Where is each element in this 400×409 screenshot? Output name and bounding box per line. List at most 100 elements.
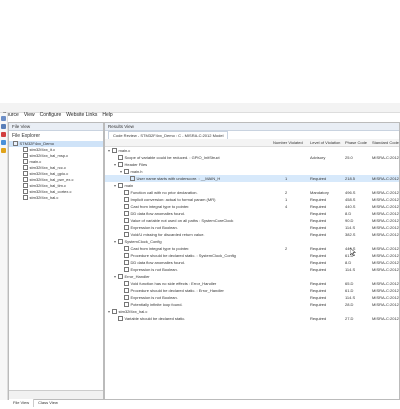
menu-item-website-links[interactable]: Website Links: [66, 112, 97, 118]
group-row[interactable]: ▾ main.c: [105, 147, 399, 154]
violation-icon: [124, 260, 129, 266]
violation-row[interactable]: Void function has no side effects : Erro…: [105, 280, 399, 287]
violation-row[interactable]: Expression is not Boolean. Required 114.S M…: [105, 266, 399, 273]
row-phase-code: 114.S: [345, 225, 356, 230]
row-number-violated: 1: [285, 197, 288, 202]
row-level: Required: [310, 260, 327, 265]
menu-item-view[interactable]: View: [24, 112, 35, 118]
violation-row[interactable]: Procedure should be declared static. : E…: [105, 287, 399, 294]
violation-row[interactable]: Expression is not Boolean. Required 114.S M…: [105, 294, 399, 301]
row-text: Variable should be declared static.: [124, 316, 186, 321]
col-number-violated[interactable]: Number Violated: [273, 139, 303, 146]
row-standard-code: MISRA-C:2012: [372, 218, 399, 223]
group-row[interactable]: ▾ Header Files: [105, 161, 399, 168]
tree-file-item[interactable]: stm32f4xx_hal.c: [9, 195, 103, 201]
info-icon[interactable]: [1, 140, 6, 145]
row-text: Procedure should be declared static. : E…: [130, 288, 224, 293]
group-row[interactable]: ▾ stm32f4xx_hal.c: [105, 308, 399, 315]
c-file-icon: [23, 177, 28, 183]
file-view-tab[interactable]: File View: [9, 123, 103, 131]
c-file-icon: [23, 195, 28, 201]
col-level-of-violation[interactable]: Level of Violation: [310, 139, 340, 146]
row-text: Potentially infinite loop found.: [130, 302, 183, 307]
tree-item-label: main.c: [29, 159, 42, 164]
group-row[interactable]: ▾ main: [105, 182, 399, 189]
violation-icon: [124, 232, 129, 238]
row-text: Cast from integral type to pointer.: [130, 204, 190, 209]
row-phase-code: 28.D: [345, 302, 354, 307]
warning-icon[interactable]: [1, 148, 6, 153]
row-level: Required: [310, 267, 327, 272]
violation-icon: [124, 302, 129, 308]
row-description: Expression is not Boolean.: [120, 294, 178, 301]
row-phase-code: 496.S: [345, 190, 356, 195]
row-phase-code: 114.S: [345, 267, 356, 272]
tree-item-label: stm32f4xx_hal_cortex.c: [29, 189, 72, 194]
group-row[interactable]: ▾ main.h: [105, 168, 399, 175]
col-phase-code[interactable]: Phase Code: [345, 139, 367, 146]
file-tree: STM32F4xx_Demo stm32f4xx_it.c stm32f4xx_ha…: [9, 141, 103, 201]
row-text: Function call with no prior declaration.: [130, 190, 198, 195]
folder-icon: [124, 169, 129, 175]
c-file-icon: [23, 147, 28, 153]
violation-row[interactable]: User name starts with underscore. : __MA…: [105, 175, 399, 182]
row-text: Value of variable not used on all paths …: [130, 218, 234, 223]
row-standard-code: MISRA-C:2012: [372, 302, 399, 307]
violation-icon: [124, 253, 129, 259]
violation-row[interactable]: DD data flow anomalies found. Required 8.D…: [105, 210, 399, 217]
row-description: Value of variable not used on all paths …: [120, 217, 233, 224]
row-text: User name starts with underscore. : __MA…: [136, 176, 221, 181]
row-text: Expression is not Boolean.: [130, 225, 178, 230]
row-text: stm32f4xx_hal.c: [118, 309, 148, 314]
bottom-tab-class-view[interactable]: Class View: [34, 399, 62, 407]
row-description: Procedure should be declared static. : E…: [120, 287, 224, 294]
menu-item-configure[interactable]: Configure: [40, 112, 62, 118]
violation-row[interactable]: Function call with no prior declaration.…: [105, 189, 399, 196]
violation-row[interactable]: Implicit conversion: actual to formal pa…: [105, 196, 399, 203]
results-column-headers: Number Violated Level of Violation Phase…: [105, 139, 399, 147]
violation-row[interactable]: Value of variable not used on all paths …: [105, 217, 399, 224]
violation-icon: [124, 204, 129, 210]
menu-item-help[interactable]: Help: [102, 112, 112, 118]
row-level: Required: [310, 295, 327, 300]
row-standard-code: MISRA-C:2012: [372, 246, 399, 251]
red-icon[interactable]: [1, 132, 6, 137]
row-level: Required: [310, 246, 327, 251]
row-level: Required: [310, 281, 327, 286]
row-text: Void function has no side effects : Erro…: [130, 281, 217, 286]
file-icon[interactable]: [1, 116, 6, 121]
tree-item-label: STM32F4xx_Demo: [19, 141, 54, 146]
row-description: DD data flow anomalies found.: [120, 259, 185, 266]
violation-row[interactable]: DD data flow anomalies found. Required 8.D…: [105, 259, 399, 266]
row-standard-code: MISRA-C:2012: [372, 176, 399, 181]
row-standard-code: MISRA-C:2012: [372, 260, 399, 265]
row-description: ▾ SystemClock_Config: [114, 238, 162, 245]
group-row[interactable]: ▾ SystemClock_Config: [105, 238, 399, 245]
row-standard-code: MISRA-C:2012: [372, 232, 399, 237]
row-description: Expression is not Boolean.: [120, 266, 178, 273]
row-description: Procedure should be declared static. : S…: [120, 252, 236, 259]
group-row[interactable]: ▾ Error_Handler: [105, 273, 399, 280]
violation-row[interactable]: Variable should be declared static. Requi…: [105, 315, 399, 322]
violation-row[interactable]: Expression is not Boolean. Required 114.S M…: [105, 224, 399, 231]
row-phase-code: 218.5: [345, 176, 356, 181]
violation-row[interactable]: Void/U missing for discarded return valu…: [105, 231, 399, 238]
row-level: Required: [310, 225, 327, 230]
code-review-tab[interactable]: Code Review - STM32F4xx_Demo : C - MISRA…: [108, 131, 229, 139]
row-description: ▾ main: [114, 182, 133, 189]
violation-icon: [124, 295, 129, 301]
results-view-panel: Results View Code Review - STM32F4xx_Dem…: [104, 122, 400, 400]
bottom-tab-file-view[interactable]: File View: [9, 399, 35, 407]
row-description: Cast from integral type to pointer.: [120, 203, 189, 210]
row-description: DD data flow anomalies found.: [120, 210, 185, 217]
violation-row[interactable]: Scope of variable could be reduced. : GP…: [105, 154, 399, 161]
violation-row[interactable]: Cast from integral type to pointer. 4 Requ…: [105, 203, 399, 210]
violation-icon: [124, 190, 129, 196]
row-standard-code: MISRA-C:2012: [372, 288, 399, 293]
results-view-tab[interactable]: Results View: [105, 123, 399, 131]
violation-row[interactable]: Potentially infinite loop found. Required…: [105, 301, 399, 308]
c-file-icon[interactable]: [1, 124, 6, 129]
row-number-violated: 1: [285, 176, 288, 181]
row-phase-code: 8.D: [345, 260, 352, 265]
col-standard-code[interactable]: Standard Code: [372, 139, 399, 146]
